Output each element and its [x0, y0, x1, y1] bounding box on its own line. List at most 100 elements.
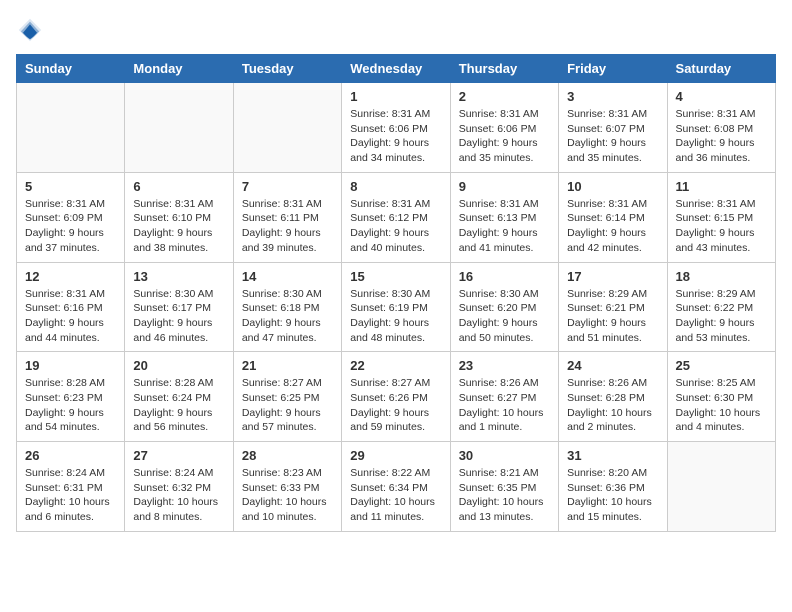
calendar-week-3: 12Sunrise: 8:31 AM Sunset: 6:16 PM Dayli… [17, 262, 776, 352]
calendar-cell: 13 Sunrise: 8:30 AM Sunset: 6:17 PM Dayli… [125, 262, 233, 352]
day-info: Sunrise: 8:29 AM Sunset: 6:22 PM Dayligh… [676, 287, 767, 346]
calendar-cell: 4 Sunrise: 8:31 AM Sunset: 6:08 PM Daylig… [667, 83, 775, 173]
day-info: Sunrise: 8:31 AM Sunset: 6:12 PM Dayligh… [350, 197, 441, 256]
day-info: Sunrise: 8:27 AM Sunset: 6:25 PM Dayligh… [242, 376, 333, 435]
day-info: Sunrise: 8:26 AM Sunset: 6:28 PM Dayligh… [567, 376, 658, 435]
calendar-cell [17, 83, 125, 173]
day-number: 9 [459, 179, 550, 194]
day-info: Sunrise: 8:31 AM Sunset: 6:06 PM Dayligh… [459, 107, 550, 166]
day-number: 1 [350, 89, 441, 104]
day-number: 8 [350, 179, 441, 194]
weekday-header-friday: Friday [559, 55, 667, 83]
weekday-header-saturday: Saturday [667, 55, 775, 83]
day-info: Sunrise: 8:31 AM Sunset: 6:06 PM Dayligh… [350, 107, 441, 166]
day-info: Sunrise: 8:26 AM Sunset: 6:27 PM Dayligh… [459, 376, 550, 435]
day-number: 13 [133, 269, 224, 284]
calendar-cell: 24 Sunrise: 8:26 AM Sunset: 6:28 PM Dayli… [559, 352, 667, 442]
calendar-cell: 12Sunrise: 8:31 AM Sunset: 6:16 PM Dayli… [17, 262, 125, 352]
calendar-cell: 29 Sunrise: 8:22 AM Sunset: 6:34 PM Dayli… [342, 442, 450, 532]
calendar-cell: 21 Sunrise: 8:27 AM Sunset: 6:25 PM Dayli… [233, 352, 341, 442]
day-info: Sunrise: 8:22 AM Sunset: 6:34 PM Dayligh… [350, 466, 441, 525]
calendar-week-5: 26Sunrise: 8:24 AM Sunset: 6:31 PM Dayli… [17, 442, 776, 532]
day-info: Sunrise: 8:20 AM Sunset: 6:36 PM Dayligh… [567, 466, 658, 525]
day-info: Sunrise: 8:28 AM Sunset: 6:24 PM Dayligh… [133, 376, 224, 435]
day-number: 7 [242, 179, 333, 194]
day-number: 23 [459, 358, 550, 373]
day-info: Sunrise: 8:30 AM Sunset: 6:18 PM Dayligh… [242, 287, 333, 346]
calendar-cell: 26Sunrise: 8:24 AM Sunset: 6:31 PM Dayli… [17, 442, 125, 532]
calendar-cell: 19 Sunrise: 8:28 AM Sunset: 6:23 PM Dayli… [17, 352, 125, 442]
day-number: 31 [567, 448, 658, 463]
calendar-cell: 18 Sunrise: 8:29 AM Sunset: 6:22 PM Dayli… [667, 262, 775, 352]
calendar-cell: 6Sunrise: 8:31 AM Sunset: 6:10 PM Daylig… [125, 172, 233, 262]
day-number: 4 [676, 89, 767, 104]
day-info: Sunrise: 8:24 AM Sunset: 6:32 PM Dayligh… [133, 466, 224, 525]
calendar-cell: 1 Sunrise: 8:31 AM Sunset: 6:06 PM Daylig… [342, 83, 450, 173]
calendar-cell: 9 Sunrise: 8:31 AM Sunset: 6:13 PM Daylig… [450, 172, 558, 262]
calendar-cell [125, 83, 233, 173]
day-number: 2 [459, 89, 550, 104]
day-number: 26 [25, 448, 116, 463]
day-number: 25 [676, 358, 767, 373]
calendar-cell [233, 83, 341, 173]
day-info: Sunrise: 8:29 AM Sunset: 6:21 PM Dayligh… [567, 287, 658, 346]
calendar-cell: 20 Sunrise: 8:28 AM Sunset: 6:24 PM Dayli… [125, 352, 233, 442]
calendar-cell: 14Sunrise: 8:30 AM Sunset: 6:18 PM Dayli… [233, 262, 341, 352]
calendar-week-1: 1 Sunrise: 8:31 AM Sunset: 6:06 PM Daylig… [17, 83, 776, 173]
weekday-header-row: SundayMondayTuesdayWednesdayThursdayFrid… [17, 55, 776, 83]
day-number: 22 [350, 358, 441, 373]
day-info: Sunrise: 8:31 AM Sunset: 6:07 PM Dayligh… [567, 107, 658, 166]
calendar-cell: 16Sunrise: 8:30 AM Sunset: 6:20 PM Dayli… [450, 262, 558, 352]
day-info: Sunrise: 8:25 AM Sunset: 6:30 PM Dayligh… [676, 376, 767, 435]
calendar-cell: 23 Sunrise: 8:26 AM Sunset: 6:27 PM Dayli… [450, 352, 558, 442]
day-info: Sunrise: 8:31 AM Sunset: 6:14 PM Dayligh… [567, 197, 658, 256]
day-info: Sunrise: 8:30 AM Sunset: 6:19 PM Dayligh… [350, 287, 441, 346]
header [16, 16, 776, 44]
calendar-cell: 7 Sunrise: 8:31 AM Sunset: 6:11 PM Daylig… [233, 172, 341, 262]
day-info: Sunrise: 8:31 AM Sunset: 6:08 PM Dayligh… [676, 107, 767, 166]
day-info: Sunrise: 8:31 AM Sunset: 6:15 PM Dayligh… [676, 197, 767, 256]
logo [16, 16, 48, 44]
day-info: Sunrise: 8:23 AM Sunset: 6:33 PM Dayligh… [242, 466, 333, 525]
calendar-week-2: 5 Sunrise: 8:31 AM Sunset: 6:09 PM Daylig… [17, 172, 776, 262]
calendar-cell: 10Sunrise: 8:31 AM Sunset: 6:14 PM Dayli… [559, 172, 667, 262]
day-number: 30 [459, 448, 550, 463]
day-number: 19 [25, 358, 116, 373]
calendar-cell: 31 Sunrise: 8:20 AM Sunset: 6:36 PM Dayli… [559, 442, 667, 532]
day-number: 11 [676, 179, 767, 194]
day-info: Sunrise: 8:27 AM Sunset: 6:26 PM Dayligh… [350, 376, 441, 435]
day-number: 21 [242, 358, 333, 373]
calendar-cell: 17 Sunrise: 8:29 AM Sunset: 6:21 PM Dayli… [559, 262, 667, 352]
day-number: 29 [350, 448, 441, 463]
day-info: Sunrise: 8:31 AM Sunset: 6:11 PM Dayligh… [242, 197, 333, 256]
day-info: Sunrise: 8:30 AM Sunset: 6:17 PM Dayligh… [133, 287, 224, 346]
day-info: Sunrise: 8:31 AM Sunset: 6:13 PM Dayligh… [459, 197, 550, 256]
calendar-cell: 2 Sunrise: 8:31 AM Sunset: 6:06 PM Daylig… [450, 83, 558, 173]
calendar-week-4: 19 Sunrise: 8:28 AM Sunset: 6:23 PM Dayli… [17, 352, 776, 442]
day-number: 3 [567, 89, 658, 104]
calendar: SundayMondayTuesdayWednesdayThursdayFrid… [16, 54, 776, 532]
day-number: 6 [133, 179, 224, 194]
day-number: 12 [25, 269, 116, 284]
logo-icon [16, 16, 44, 44]
calendar-cell: 11 Sunrise: 8:31 AM Sunset: 6:15 PM Dayli… [667, 172, 775, 262]
day-number: 18 [676, 269, 767, 284]
day-number: 15 [350, 269, 441, 284]
calendar-cell: 8 Sunrise: 8:31 AM Sunset: 6:12 PM Daylig… [342, 172, 450, 262]
calendar-cell: 22 Sunrise: 8:27 AM Sunset: 6:26 PM Dayli… [342, 352, 450, 442]
day-number: 17 [567, 269, 658, 284]
weekday-header-monday: Monday [125, 55, 233, 83]
day-info: Sunrise: 8:31 AM Sunset: 6:09 PM Dayligh… [25, 197, 116, 256]
calendar-cell: 27Sunrise: 8:24 AM Sunset: 6:32 PM Dayli… [125, 442, 233, 532]
day-info: Sunrise: 8:28 AM Sunset: 6:23 PM Dayligh… [25, 376, 116, 435]
day-number: 5 [25, 179, 116, 194]
calendar-cell: 5 Sunrise: 8:31 AM Sunset: 6:09 PM Daylig… [17, 172, 125, 262]
day-number: 20 [133, 358, 224, 373]
day-number: 16 [459, 269, 550, 284]
calendar-cell: 28Sunrise: 8:23 AM Sunset: 6:33 PM Dayli… [233, 442, 341, 532]
calendar-cell: 30Sunrise: 8:21 AM Sunset: 6:35 PM Dayli… [450, 442, 558, 532]
day-number: 24 [567, 358, 658, 373]
calendar-cell: 15 Sunrise: 8:30 AM Sunset: 6:19 PM Dayli… [342, 262, 450, 352]
weekday-header-wednesday: Wednesday [342, 55, 450, 83]
weekday-header-sunday: Sunday [17, 55, 125, 83]
